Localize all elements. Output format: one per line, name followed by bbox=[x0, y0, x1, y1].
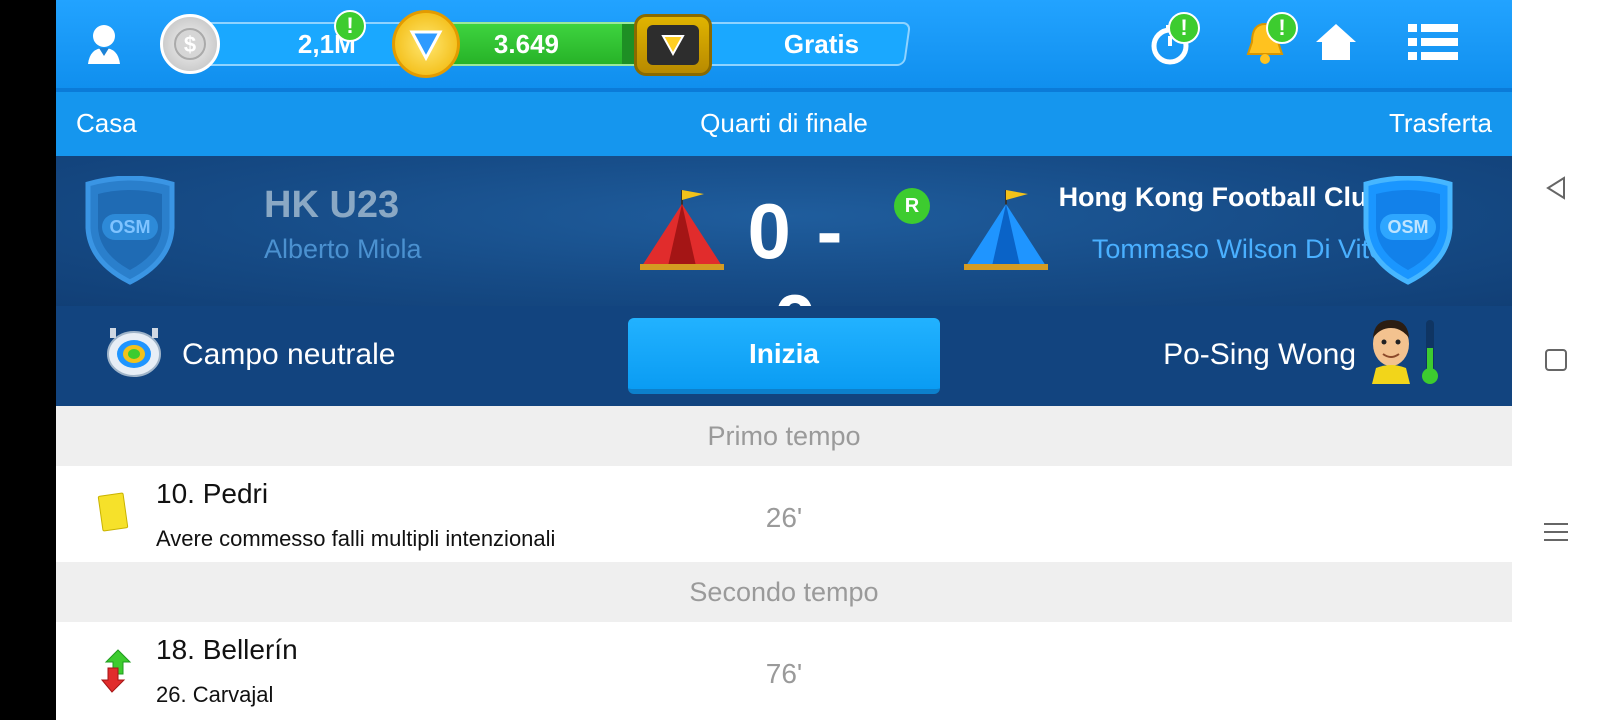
away-team-shield[interactable]: OSM bbox=[1358, 175, 1458, 286]
start-match-button[interactable]: Inizia bbox=[628, 318, 940, 394]
nav-menu-lines-icon[interactable] bbox=[1540, 516, 1572, 548]
coin-icon: $ bbox=[160, 14, 220, 74]
timeline-event[interactable]: 10. Pedri Avere commesso falli multipli … bbox=[56, 466, 1512, 562]
svg-text:$: $ bbox=[184, 32, 196, 57]
away-label: Trasferta bbox=[1388, 108, 1492, 138]
home-team-name[interactable]: HK U23 bbox=[264, 184, 399, 227]
game-app: 2,1M $ ! 3.649 + Gratis bbox=[56, 0, 1512, 720]
money-counter[interactable]: 2,1M bbox=[192, 22, 422, 66]
event-minute: 76' bbox=[765, 658, 803, 689]
first-half-header: Primo tempo bbox=[56, 406, 1512, 466]
away-team-name[interactable]: Hong Kong Football Club bbox=[1016, 182, 1384, 213]
referee-thermometer-icon bbox=[1420, 318, 1440, 386]
referee-avatar[interactable] bbox=[1366, 316, 1416, 384]
home-manager[interactable]: Alberto Miola bbox=[264, 234, 422, 265]
bell-alert-badge: ! bbox=[1266, 12, 1298, 44]
event-minute: 26' bbox=[765, 502, 803, 533]
match-header: Casa Quarti di finale Trasferta bbox=[56, 92, 1512, 156]
away-manager[interactable]: Tommaso Wilson Di Vito bbox=[996, 234, 1384, 265]
event-player: 18. Bellerín bbox=[156, 634, 298, 665]
second-half-header: Secondo tempo bbox=[56, 562, 1512, 622]
event-player: 10. Pedri bbox=[156, 478, 269, 509]
device-screen: 2,1M $ ! 3.649 + Gratis bbox=[0, 0, 1600, 720]
replay-badge[interactable]: R bbox=[894, 188, 930, 224]
menu-list-icon[interactable] bbox=[1408, 22, 1458, 62]
profile-icon[interactable] bbox=[84, 22, 124, 66]
stopwatch-alert-badge: ! bbox=[1168, 12, 1200, 44]
stadium-icon bbox=[104, 322, 164, 382]
osm-credit-coin-icon bbox=[392, 10, 460, 78]
yellow-card-icon bbox=[97, 492, 129, 532]
free-label: Gratis bbox=[784, 28, 860, 59]
event-detail: 26. Carvajal bbox=[156, 682, 274, 707]
credits-value: 3.649 bbox=[494, 28, 560, 59]
referee-name[interactable]: Po-Sing Wong bbox=[1056, 338, 1356, 372]
home-icon[interactable] bbox=[1314, 20, 1358, 64]
round-label: Quarti di finale bbox=[700, 108, 868, 138]
tv-icon bbox=[634, 14, 712, 76]
stadium-label[interactable]: Campo neutrale bbox=[182, 338, 395, 372]
substitution-icon bbox=[100, 648, 132, 694]
home-tent-icon bbox=[638, 186, 726, 272]
left-black-bar bbox=[0, 0, 56, 720]
top-bar: 2,1M $ ! 3.649 + Gratis bbox=[56, 0, 1512, 92]
home-team-shield[interactable]: OSM bbox=[80, 175, 180, 286]
recent-apps-square-icon[interactable] bbox=[1540, 344, 1572, 376]
timeline-event[interactable]: 18. Bellerín 26. Carvajal 76' bbox=[56, 622, 1512, 718]
event-detail: Avere commesso falli multipli intenziona… bbox=[156, 526, 556, 551]
home-shield-logo: OSM bbox=[102, 214, 158, 240]
money-alert-badge: ! bbox=[334, 10, 366, 42]
away-shield-logo: OSM bbox=[1380, 214, 1436, 240]
back-triangle-icon[interactable] bbox=[1540, 172, 1572, 204]
